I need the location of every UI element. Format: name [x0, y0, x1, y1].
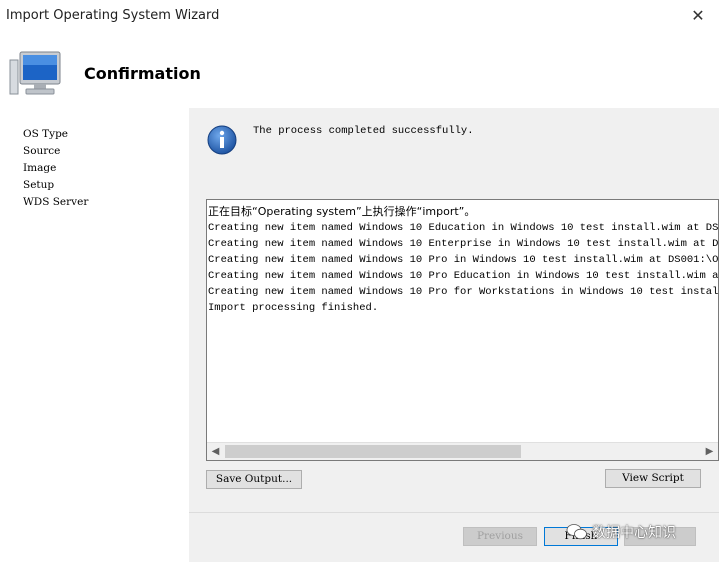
page-title: Confirmation	[84, 64, 201, 83]
step-setup: Setup	[23, 179, 55, 191]
scroll-left-icon[interactable]: ◀	[207, 443, 224, 460]
log-line: Import processing finished.	[208, 302, 379, 314]
step-os-type: OS Type	[23, 128, 69, 140]
window-title: Import Operating System Wizard	[6, 8, 220, 23]
scroll-right-icon[interactable]: ▶	[701, 443, 718, 460]
wizard-window: Import Operating System Wizard ✕ Confirm…	[0, 0, 719, 562]
previous-button[interactable]: Previous	[463, 527, 537, 546]
close-icon[interactable]: ✕	[683, 2, 713, 30]
computer-monitor-icon	[9, 51, 61, 95]
log-line: Creating new item named Windows 10 Pro E…	[208, 270, 719, 282]
info-icon	[207, 125, 237, 155]
log-line: Creating new item named Windows 10 Enter…	[208, 238, 719, 250]
status-message: The process completed successfully.	[253, 125, 474, 137]
log-line: Creating new item named Windows 10 Pro f…	[208, 286, 719, 298]
title-bar: Import Operating System Wizard ✕	[0, 0, 719, 34]
step-image: Image	[23, 162, 57, 174]
wizard-steps-sidebar: OS Type Source Image Setup WDS Server	[0, 108, 189, 562]
view-script-button[interactable]: View Script	[605, 469, 701, 488]
log-line: 正在目标“Operating system”上执行操作“import”。	[208, 205, 476, 218]
horizontal-scrollbar[interactable]: ◀ ▶	[207, 442, 718, 460]
watermark-text: 数据中心知识	[592, 525, 676, 541]
step-wds-server: WDS Server	[23, 196, 89, 208]
step-source: Source	[23, 145, 61, 157]
scrollbar-thumb[interactable]	[225, 445, 521, 458]
log-line: Creating new item named Windows 10 Educa…	[208, 222, 719, 234]
save-output-button[interactable]: Save Output...	[206, 470, 302, 489]
log-line: Creating new item named Windows 10 Pro i…	[208, 254, 719, 266]
output-log[interactable]: 正在目标“Operating system”上执行操作“import”。 Cre…	[206, 199, 719, 461]
watermark: 数据中心知识	[566, 521, 676, 543]
content-panel: The process completed successfully. 正在目标…	[189, 108, 719, 512]
wechat-icon	[566, 524, 587, 540]
wizard-header: Confirmation	[0, 34, 719, 108]
